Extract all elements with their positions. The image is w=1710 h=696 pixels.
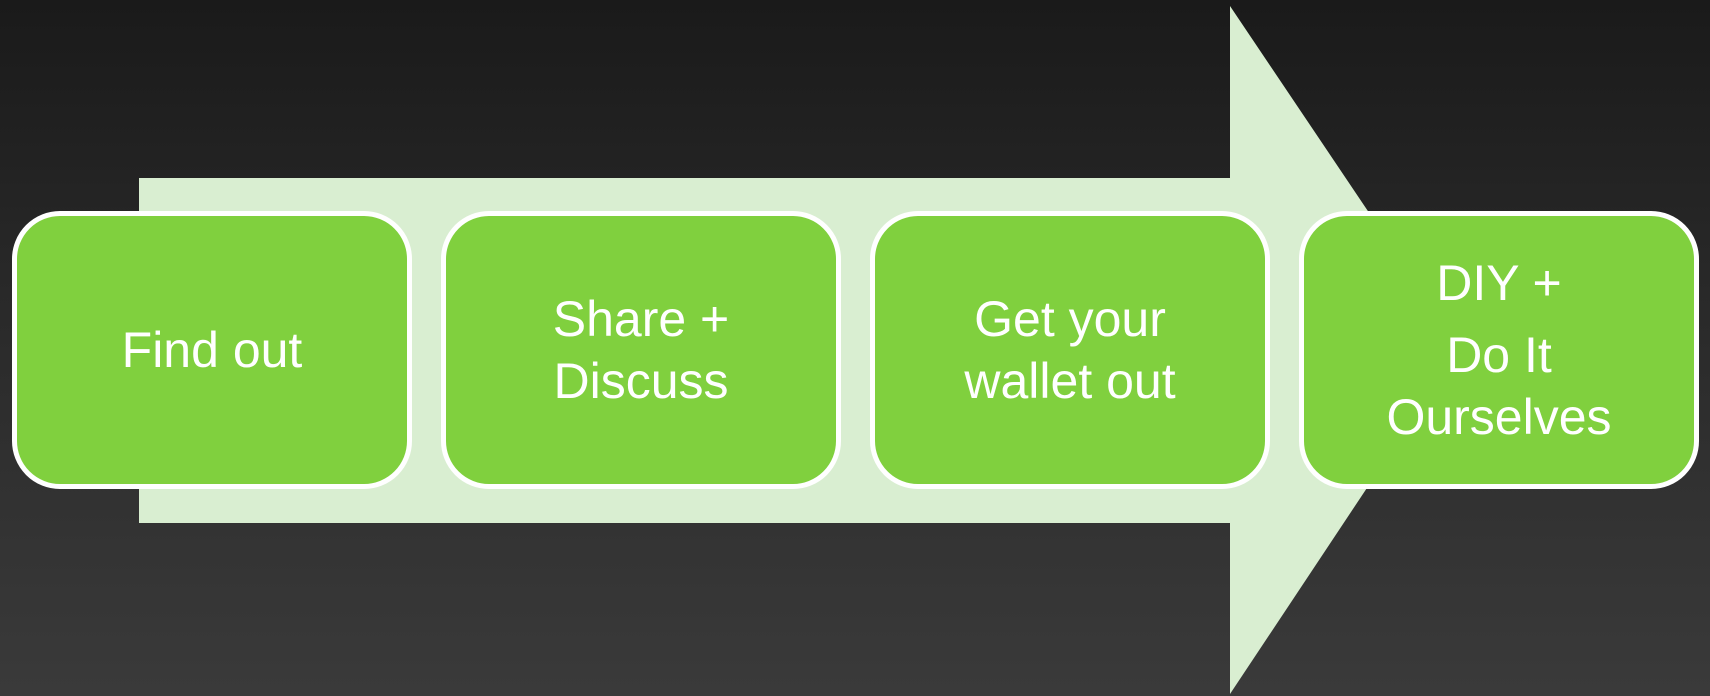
step-2-line-1: Share +: [552, 291, 730, 347]
step-box-share-discuss: Share + Discuss: [441, 211, 841, 489]
step-4-line-3: Ourselves: [1386, 389, 1612, 445]
step-box-get-wallet-out: Get your wallet out: [870, 211, 1270, 489]
step-box-find-out: Find out: [12, 211, 412, 489]
step-1-line-1: Find out: [121, 322, 303, 378]
step-3-line-1: Get your: [974, 291, 1166, 347]
step-4-line-1: DIY +: [1436, 255, 1562, 311]
step-4-line-2: Do It: [1446, 327, 1552, 383]
process-diagram: Find out Share + Discuss Get your wallet…: [0, 0, 1710, 696]
step-box-diy: DIY + Do It Ourselves: [1299, 211, 1699, 489]
step-3-line-2: wallet out: [964, 353, 1176, 409]
step-2-line-2: Discuss: [553, 353, 729, 409]
